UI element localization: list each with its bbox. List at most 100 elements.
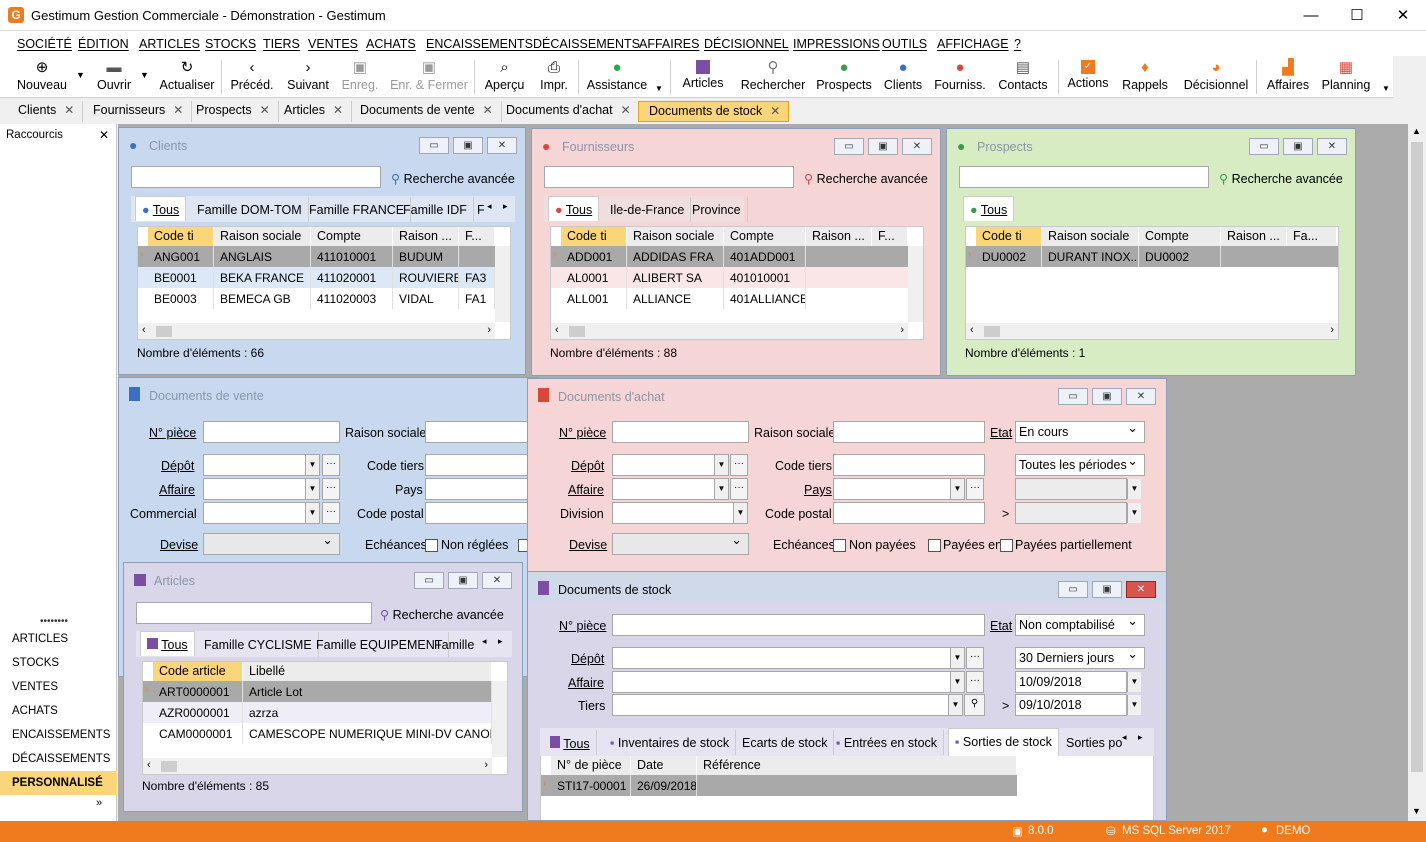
date-from-input[interactable]: 10/09/2018 — [1015, 671, 1127, 693]
horizontal-scrollbar[interactable]: ‹ › — [143, 758, 492, 774]
country-input[interactable] — [425, 478, 535, 500]
tab-famille-idf[interactable]: Famille IDF — [397, 197, 474, 222]
affaire-browse-button[interactable]: ··· — [966, 671, 984, 693]
column-header[interactable]: Raison ... — [1221, 227, 1287, 246]
column-header[interactable]: Libellé — [243, 662, 492, 681]
menu-decaissements[interactable]: DÉCAISSEMENTS — [533, 37, 640, 51]
affaires-button[interactable]: ▟ Affaires — [1264, 56, 1312, 98]
tab-scroll-left-icon[interactable]: ◂ — [487, 201, 492, 212]
restore-button[interactable]: ▣ — [1283, 138, 1313, 155]
menu-help[interactable]: ? — [1014, 37, 1021, 51]
search-input[interactable] — [131, 166, 381, 188]
tab-scroll-right-icon[interactable]: ▸ — [503, 201, 508, 212]
date-from-dropdown[interactable]: ▼ — [1127, 479, 1141, 499]
tab-documents-achat[interactable]: Documents d'achat ✕ — [496, 101, 640, 122]
column-header[interactable]: Raison sociale — [1042, 227, 1139, 246]
splitter-handle[interactable]: •••••••• — [40, 616, 68, 627]
affaire-browse-button[interactable]: ··· — [322, 478, 340, 500]
column-header[interactable]: F... — [872, 227, 908, 246]
menu-stocks[interactable]: STOCKS — [205, 37, 256, 51]
close-button[interactable]: ✕ — [1317, 138, 1347, 155]
advanced-search-link[interactable]: ⚲ Recherche avancée — [391, 171, 515, 186]
horizontal-scrollbar[interactable]: ‹ › — [966, 323, 1338, 339]
state-select[interactable]: Non comptabilisé — [1015, 613, 1145, 636]
save-close-button[interactable]: ▣ Enr. & Fermer — [389, 56, 469, 98]
currency-select[interactable] — [612, 532, 749, 555]
column-header[interactable]: Code ti — [976, 227, 1042, 246]
tab-inventaires[interactable]: ▪ Inventaires de stock — [604, 730, 737, 755]
commercial-browse-button[interactable]: ··· — [322, 502, 340, 524]
date-to-input[interactable]: 09/10/2018 — [1015, 694, 1127, 716]
advanced-search-link[interactable]: ⚲ Recherche avancée — [380, 607, 504, 622]
decisional-button[interactable]: ◕ Décisionnel — [1183, 56, 1249, 98]
menu-articles[interactable]: ARTICLES — [139, 37, 200, 51]
close-button[interactable]: ✕ — [1126, 388, 1156, 405]
column-header[interactable]: Compte — [724, 227, 806, 246]
tab-sorties[interactable]: ▪ Sorties de stock — [948, 728, 1059, 756]
vertical-scrollbar[interactable] — [495, 246, 510, 322]
date-to-dropdown[interactable]: ▼ — [1127, 503, 1141, 523]
print-button[interactable]: ⎙ Impr. — [536, 56, 572, 98]
refresh-button[interactable]: ↻ Actualiser — [158, 56, 216, 98]
tab-famille-france[interactable]: Famille FRANCE — [303, 197, 412, 222]
column-header[interactable]: N° de pièce — [551, 756, 631, 775]
close-icon[interactable]: ✕ — [333, 103, 343, 117]
piece-number-input[interactable] — [203, 421, 340, 443]
column-header[interactable]: Date — [631, 756, 697, 775]
tab-famille-dom-tom[interactable]: Famille DOM-TOM — [191, 197, 309, 222]
planning-button[interactable]: ▦ Planning — [1320, 56, 1372, 98]
company-name-input[interactable] — [833, 421, 985, 443]
close-button[interactable]: ✕ — [902, 138, 932, 155]
column-header[interactable]: Raison sociale — [214, 227, 311, 246]
column-header[interactable]: Référence — [697, 756, 1017, 775]
open-button[interactable]: ▬ Ouvrir — [90, 56, 138, 98]
code-tiers-input[interactable] — [425, 454, 535, 476]
depot-browse-button[interactable]: ··· — [966, 647, 984, 669]
main-vertical-scrollbar[interactable]: ▲ ▼ — [1408, 124, 1426, 821]
articles-button[interactable]: Articles — [680, 56, 726, 98]
unpaid-checkbox[interactable] — [833, 539, 846, 552]
minimize-button[interactable]: ▭ — [414, 572, 444, 589]
tab-scroll-left-icon[interactable]: ◂ — [1122, 732, 1127, 743]
advanced-search-link[interactable]: ⚲ Recherche avancée — [1219, 171, 1343, 186]
minimize-button[interactable]: ▭ — [1249, 138, 1279, 155]
shortcut-articles[interactable]: ARTICLES — [0, 627, 117, 651]
toolbar-overflow-right-icon[interactable]: ▼ — [1382, 84, 1390, 93]
column-header[interactable]: F... — [459, 227, 495, 246]
shortcut-encaissements[interactable]: ENCAISSEMENTS — [0, 723, 117, 747]
date-from-dropdown[interactable]: ▼ — [1127, 672, 1141, 692]
tab-scroll-left-icon[interactable]: ◂ — [482, 636, 487, 647]
restore-button[interactable]: ▣ — [1092, 388, 1122, 405]
shortcut-personnalise[interactable]: PERSONNALISÉ — [0, 771, 117, 795]
tab-famille-cyclisme[interactable]: Famille CYCLISME — [198, 632, 319, 657]
save-button[interactable]: ▣ Enreg. — [340, 56, 380, 98]
menu-tiers[interactable]: TIERS — [263, 37, 300, 51]
period-select[interactable]: Toutes les périodes — [1015, 453, 1145, 476]
shortcut-stocks[interactable]: STOCKS — [0, 651, 117, 675]
paid-checkbox[interactable] — [928, 539, 941, 552]
maximize-button[interactable]: ☐ — [1334, 0, 1380, 31]
tab-clients[interactable]: Clients ✕ — [8, 101, 84, 122]
tab-tous[interactable]: ● Tous — [963, 196, 1015, 221]
affaire-select[interactable]: ▼ — [612, 671, 965, 693]
tab-fournisseurs[interactable]: Fournisseurs ✕ — [83, 101, 193, 122]
depot-browse-button[interactable]: ··· — [322, 454, 340, 476]
close-icon[interactable]: ✕ — [483, 103, 493, 117]
restore-button[interactable]: ▣ — [448, 572, 478, 589]
tiers-search-button[interactable]: ⚲ — [964, 694, 985, 716]
affaire-browse-button[interactable]: ··· — [730, 478, 748, 500]
preview-button[interactable]: ⌕ Aperçu — [482, 56, 527, 98]
date-from-input[interactable] — [1015, 478, 1127, 500]
prospects-button[interactable]: ● Prospects — [816, 56, 872, 98]
restore-button[interactable]: ▣ — [453, 137, 483, 154]
close-button[interactable]: ✕ — [1126, 581, 1156, 598]
minimize-button[interactable]: ▭ — [1058, 388, 1088, 405]
tiers-select[interactable]: ▼ — [612, 694, 963, 716]
suppliers-button[interactable]: ● Fourniss. — [934, 56, 986, 98]
search-tool-button[interactable]: ⚲ Rechercher — [740, 56, 806, 98]
unpaid-checkbox[interactable] — [425, 539, 438, 552]
shortcut-decaissements[interactable]: DÉCAISSEMENTS — [0, 747, 117, 771]
column-header[interactable]: Raison sociale — [627, 227, 724, 246]
partially-paid-checkbox[interactable] — [1000, 539, 1013, 552]
restore-button[interactable]: ▣ — [868, 138, 898, 155]
